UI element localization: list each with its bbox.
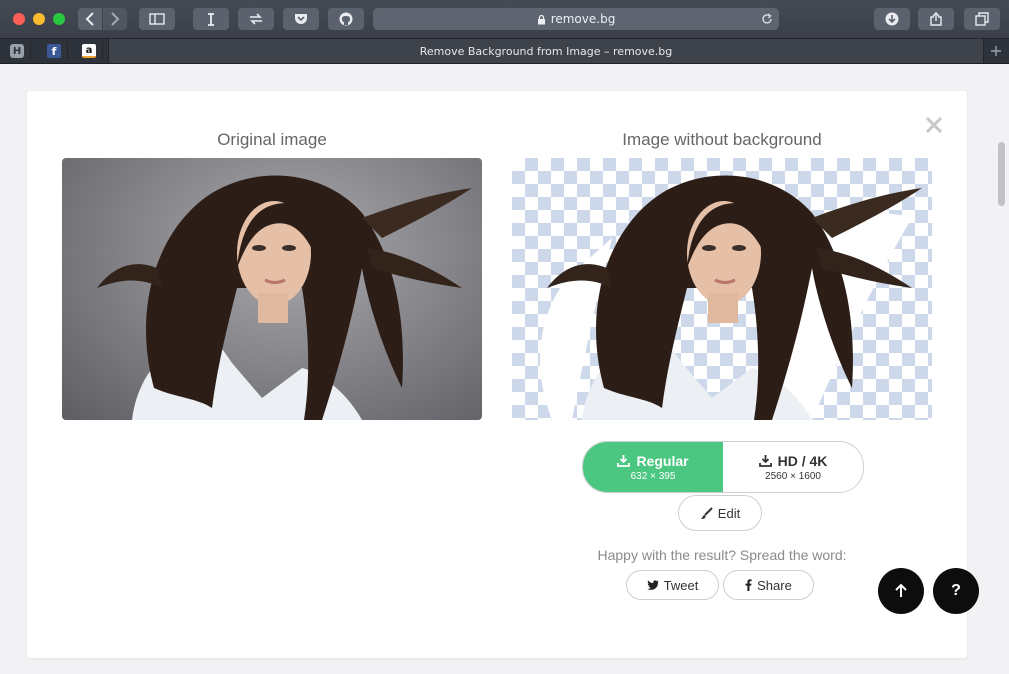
extension-button[interactable] bbox=[238, 8, 274, 30]
tabs-overview-button[interactable] bbox=[964, 8, 1000, 30]
tab-bar: H f a Remove Background from Image – rem… bbox=[0, 38, 1009, 64]
tab-title: Remove Background from Image – remove.bg bbox=[419, 44, 673, 58]
help-button[interactable]: ? bbox=[933, 568, 979, 614]
back-button[interactable] bbox=[78, 8, 102, 30]
facebook-share-button[interactable]: Share bbox=[723, 570, 814, 600]
scroll-top-button[interactable] bbox=[878, 568, 924, 614]
pinned-tab-h[interactable]: H bbox=[4, 42, 31, 60]
help-label: ? bbox=[951, 582, 961, 599]
sidebar-icon bbox=[149, 13, 165, 25]
address-bar[interactable]: remove.bg bbox=[373, 8, 779, 30]
pocket-icon bbox=[295, 14, 307, 24]
result-image bbox=[512, 158, 932, 420]
hd-size: 2560 × 1600 bbox=[765, 470, 821, 482]
reload-icon[interactable] bbox=[761, 13, 773, 25]
arrows-swap-icon bbox=[250, 13, 262, 25]
original-image-heading: Original image bbox=[217, 130, 327, 149]
chevron-right-icon bbox=[111, 12, 120, 26]
share-label: Share bbox=[757, 577, 792, 593]
download-icon bbox=[758, 455, 772, 467]
minimize-window-button[interactable] bbox=[33, 13, 45, 25]
download-icon bbox=[885, 12, 899, 26]
original-image bbox=[62, 158, 482, 420]
h-favicon-icon: H bbox=[10, 44, 24, 58]
tabs-icon bbox=[975, 12, 989, 26]
browser-toolbar: remove.bg bbox=[0, 0, 1009, 38]
pinned-tab-amazon[interactable]: a bbox=[76, 42, 103, 60]
plus-icon bbox=[991, 46, 1001, 56]
download-regular-button[interactable]: Regular 632 × 395 bbox=[583, 442, 723, 492]
chevron-left-icon bbox=[85, 12, 94, 26]
lock-icon bbox=[537, 14, 545, 24]
forward-button[interactable] bbox=[103, 8, 127, 30]
tweet-label: Tweet bbox=[663, 577, 699, 593]
hd-label: HD / 4K bbox=[777, 452, 828, 469]
pinned-tab-facebook[interactable]: f bbox=[41, 42, 68, 60]
portrait-photo bbox=[97, 175, 472, 420]
page-scrollbar[interactable] bbox=[998, 142, 1005, 206]
edit-button[interactable]: Edit bbox=[678, 495, 762, 531]
close-window-button[interactable] bbox=[13, 13, 25, 25]
cutout-photo bbox=[540, 175, 922, 420]
text-cursor-icon bbox=[208, 12, 214, 26]
facebook-icon: f bbox=[47, 44, 61, 58]
address-text: remove.bg bbox=[550, 12, 616, 26]
maximize-window-button[interactable] bbox=[53, 13, 65, 25]
pocket-button[interactable] bbox=[283, 8, 319, 30]
sidebar-toggle-button[interactable] bbox=[139, 8, 175, 30]
regular-label: Regular bbox=[636, 452, 689, 469]
arrow-up-icon bbox=[895, 583, 907, 597]
regular-size: 632 × 395 bbox=[630, 470, 676, 482]
new-tab-button[interactable] bbox=[986, 41, 1006, 61]
github-button[interactable] bbox=[328, 8, 364, 30]
twitter-icon bbox=[646, 580, 659, 590]
brush-icon bbox=[700, 506, 713, 519]
share-browser-button[interactable] bbox=[918, 8, 954, 30]
download-hd-button[interactable]: HD / 4K 2560 × 1600 bbox=[723, 442, 863, 492]
share-prompt: Happy with the result? Spread the word: bbox=[597, 547, 847, 563]
share-icon bbox=[930, 12, 942, 26]
tweet-button[interactable]: Tweet bbox=[626, 570, 719, 600]
download-icon bbox=[617, 455, 631, 467]
github-icon bbox=[339, 12, 353, 26]
result-image-heading: Image without background bbox=[622, 130, 822, 149]
download-options: Regular 632 × 395 HD / 4K 2560 × 1600 bbox=[582, 441, 864, 493]
facebook-icon bbox=[745, 579, 752, 591]
edit-label: Edit bbox=[717, 505, 741, 521]
active-tab[interactable]: Remove Background from Image – remove.bg bbox=[108, 39, 984, 63]
amazon-icon: a bbox=[82, 44, 96, 58]
downloads-button[interactable] bbox=[874, 8, 910, 30]
reader-button[interactable] bbox=[193, 8, 229, 30]
